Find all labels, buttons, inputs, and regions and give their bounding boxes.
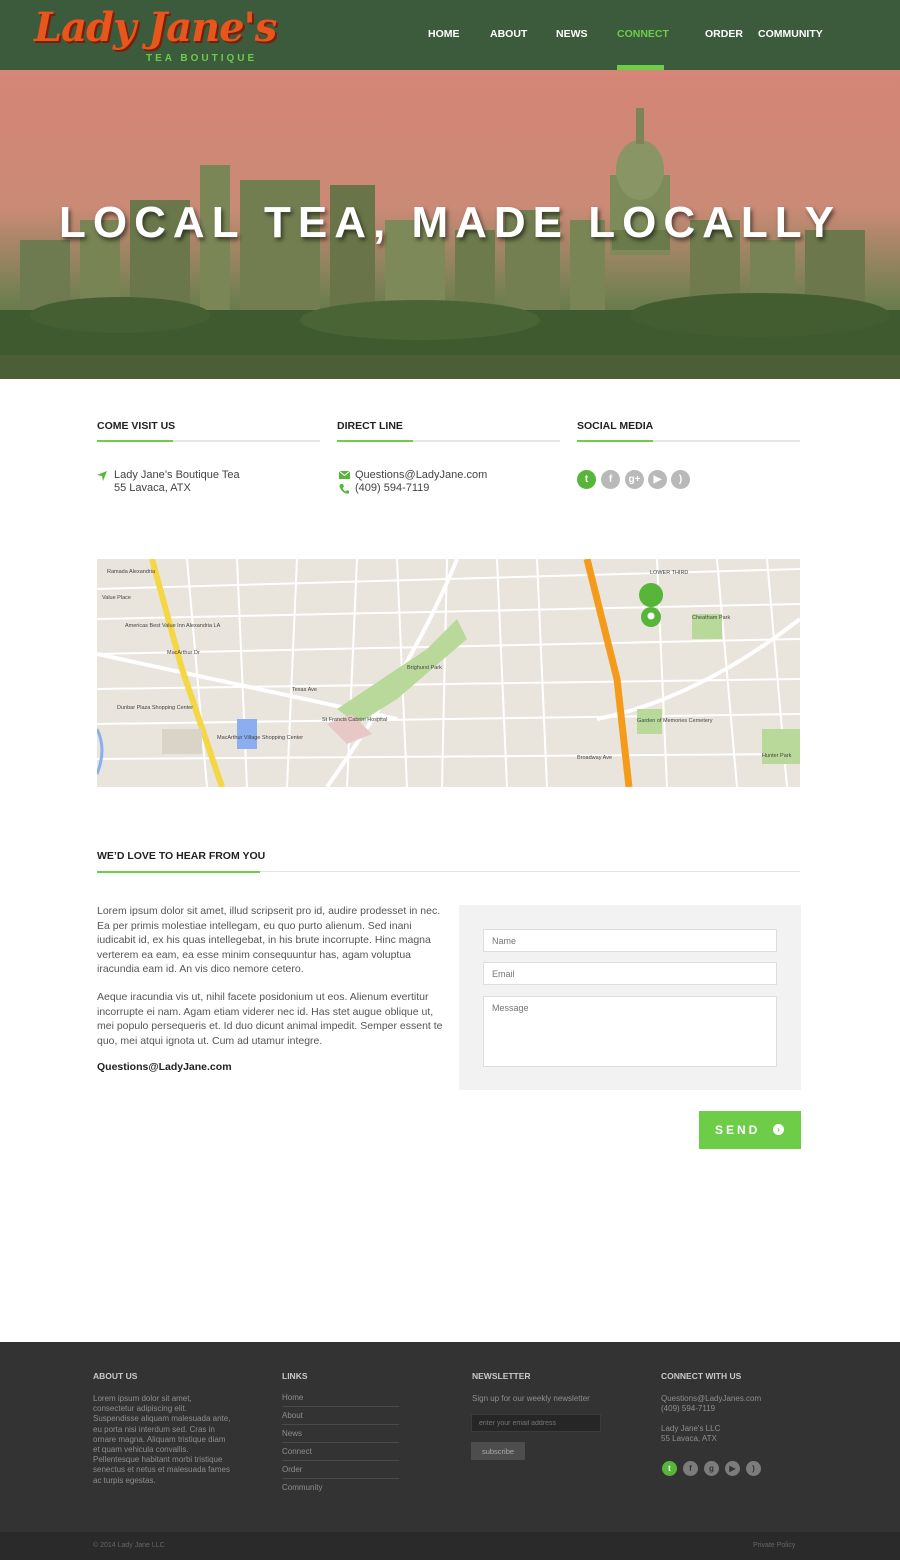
hero-banner: LOCAL TEA, MADE LOCALLY <box>0 70 900 379</box>
footer-links-heading: LINKS <box>282 1371 308 1381</box>
footer-newsletter-heading: NEWSLETTER <box>472 1371 531 1381</box>
direct-heading: DIRECT LINE <box>337 420 560 442</box>
send-label: SEND <box>715 1123 761 1137</box>
map-label-brighurst: Brighurst Park <box>407 665 442 671</box>
twitter-icon[interactable]: t <box>662 1461 677 1476</box>
hero-title: LOCAL TEA, MADE LOCALLY <box>59 198 841 247</box>
footer-newsletter-text: Sign up for our weekly newsletter <box>472 1394 590 1403</box>
map-label-macarthur: MacArthur Village Shopping Center <box>217 735 303 741</box>
send-button[interactable]: SEND › <box>699 1111 801 1149</box>
copyright-text: © 2014 Lady Jane LLC <box>93 1542 165 1549</box>
social-heading: SOCIAL MEDIA <box>577 420 800 442</box>
arrow-right-icon: › <box>773 1124 784 1135</box>
site-logo[interactable]: Lady Jane's TEA BOUTIQUE <box>34 4 277 66</box>
footer-link-connect[interactable]: Connect <box>282 1447 399 1461</box>
footer-connect-email[interactable]: Questions@LadyJanes.com <box>661 1394 761 1404</box>
nav-connect[interactable]: CONNECT <box>617 28 669 40</box>
footer-connect-company: Lady Jane's LLC <box>661 1424 721 1433</box>
google-plus-icon[interactable]: g+ <box>625 470 644 489</box>
visit-address: 55 Lavaca, ATX <box>114 482 191 494</box>
footer-link-about[interactable]: About <box>282 1411 399 1425</box>
message-input[interactable] <box>483 996 777 1067</box>
contact-email[interactable]: Questions@LadyJane.com <box>97 1061 232 1073</box>
visit-column: COME VISIT US <box>97 420 320 442</box>
contact-heading: WE’D LOVE TO HEAR FROM YOU <box>97 850 800 873</box>
nav-home[interactable]: HOME <box>428 28 460 40</box>
youtube-icon[interactable]: ▶ <box>725 1461 740 1476</box>
logo-script-text: Lady Jane's <box>34 4 277 51</box>
facebook-icon[interactable]: f <box>683 1461 698 1476</box>
map-graphic: Ramada Alexandria Value Place Americas B… <box>97 559 800 787</box>
site-header: Lady Jane's TEA BOUTIQUE HOME ABOUT NEWS… <box>0 0 900 70</box>
map-label-garden: Garden of Memories Cemetery <box>637 718 713 724</box>
map-label-macarthur-dr: MacArthur Dr <box>167 650 200 656</box>
map-label-americas: Americas Best Value Inn Alexandria LA <box>125 623 221 629</box>
footer-about-text: Lorem ipsum dolor sit amet, consectetur … <box>93 1394 231 1485</box>
privacy-policy-link[interactable]: Private Policy <box>753 1542 795 1549</box>
nav-order[interactable]: ORDER <box>705 28 743 40</box>
name-input[interactable] <box>483 929 777 952</box>
contact-paragraph-2: Aeque iracundia vis ut, nihil facete pos… <box>97 991 443 1047</box>
map-label-lower-third: LOWER THIRD <box>650 570 688 576</box>
google-plus-icon[interactable]: g <box>704 1461 719 1476</box>
phone-icon <box>339 484 349 494</box>
logo-subtitle: TEA BOUTIQUE <box>146 53 258 64</box>
rss-icon[interactable]: ) <box>671 470 690 489</box>
nav-about[interactable]: ABOUT <box>490 28 527 40</box>
envelope-icon <box>339 471 350 479</box>
map-label-cheatham: Cheatham Park <box>692 615 730 621</box>
nav-news[interactable]: NEWS <box>556 28 588 40</box>
rss-icon[interactable]: ) <box>746 1461 761 1476</box>
contact-paragraph-1: Lorem ipsum dolor sit amet, illud scrips… <box>97 905 441 975</box>
footer-connect-phone: (409) 594-7119 <box>661 1404 716 1413</box>
footer-link-home[interactable]: Home <box>282 1393 399 1407</box>
subscribe-button[interactable]: subscribe <box>471 1442 525 1460</box>
facebook-icon[interactable]: f <box>601 470 620 489</box>
map-label-texas-ave: Texas Ave <box>292 687 317 693</box>
twitter-icon[interactable]: t <box>577 470 596 489</box>
footer-connect-address: 55 Lavaca, ATX <box>661 1434 717 1443</box>
map-label-ramada: Ramada Alexandria <box>107 569 156 575</box>
youtube-icon[interactable]: ▶ <box>648 470 667 489</box>
map-label-value-place: Value Place <box>102 595 131 601</box>
nav-community[interactable]: COMMUNITY <box>758 28 823 40</box>
visit-heading: COME VISIT US <box>97 420 320 442</box>
map-label-broadway: Broadway Ave <box>577 755 612 761</box>
contact-form <box>459 905 801 1090</box>
map-label-dunbar: Dunbar Plaza Shopping Center <box>117 705 193 711</box>
footer-link-community[interactable]: Community <box>282 1483 399 1496</box>
direct-column: DIRECT LINE <box>337 420 560 442</box>
footer-connect-heading: CONNECT WITH US <box>661 1371 742 1381</box>
direct-email[interactable]: Questions@LadyJane.com <box>355 469 487 481</box>
newsletter-email-input[interactable] <box>471 1414 601 1432</box>
map-label-hunter: Hunter Park <box>762 753 792 759</box>
direct-phone[interactable]: (409) 594-7119 <box>355 482 429 494</box>
map-label-stfrancis: St Francis Cabrini Hospital <box>322 717 387 723</box>
location-arrow-icon <box>97 471 107 481</box>
footer-link-order[interactable]: Order <box>282 1465 399 1479</box>
visit-name: Lady Jane’s Boutique Tea <box>114 469 240 481</box>
email-input[interactable] <box>483 962 777 985</box>
footer-link-news[interactable]: News <box>282 1429 399 1443</box>
footer-about-heading: ABOUT US <box>93 1371 138 1381</box>
social-column: SOCIAL MEDIA <box>577 420 800 442</box>
location-map[interactable]: Ramada Alexandria Value Place Americas B… <box>97 559 800 787</box>
